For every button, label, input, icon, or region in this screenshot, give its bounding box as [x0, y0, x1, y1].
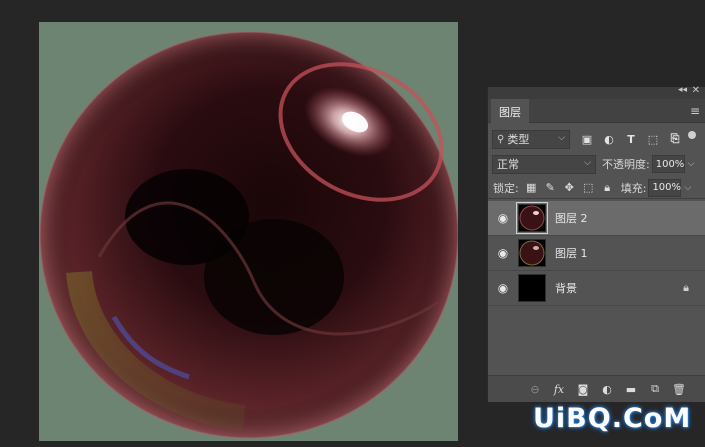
tab-layers[interactable]: 图层 — [491, 99, 529, 124]
layers-panel: ◂◂ ✕ 图层 ≡ ⚲ 类型 ⌵ ▣ ◐ T ⬚ ⎘ 正常 ⌵ 不透明度: 10… — [487, 85, 705, 402]
lock-label: 锁定: — [493, 181, 519, 195]
eye-icon[interactable]: ◉ — [488, 211, 518, 225]
delete-icon[interactable]: 🗑︎ — [667, 379, 691, 399]
eye-icon[interactable]: ◉ — [488, 246, 518, 260]
fill-label: 填充: — [620, 181, 647, 195]
smart-object-filter-icon[interactable]: ⎘ — [664, 130, 686, 148]
type-filter-icon[interactable]: T — [620, 130, 642, 148]
chevron-down-icon: ⌵ — [584, 157, 591, 168]
fill-input[interactable]: 100% — [648, 178, 682, 197]
adjustment-filter-icon[interactable]: ◐ — [598, 130, 620, 148]
layer-row[interactable]: ◉ 图层 1 — [488, 236, 705, 271]
lock-icon: 🔒︎ — [683, 281, 689, 294]
layer-thumbnail — [518, 274, 546, 302]
blend-row: 正常 ⌵ 不透明度: 100% ⌵ — [488, 153, 705, 175]
layer-row[interactable]: ◉ 图层 2 — [488, 201, 705, 236]
link-layers-icon[interactable]: ⊖ — [523, 379, 547, 399]
chevron-down-icon[interactable]: ⌵ — [688, 159, 695, 169]
layer-name: 图层 2 — [555, 212, 588, 225]
add-mask-icon[interactable]: ◙ — [571, 379, 595, 399]
opacity-label: 不透明度: — [602, 158, 650, 171]
glass-sphere-artwork — [39, 31, 458, 439]
fx-icon[interactable]: fx — [547, 379, 571, 399]
eye-icon[interactable]: ◉ — [488, 281, 518, 295]
close-panel-button[interactable]: ✕ — [692, 85, 700, 96]
filter-toggle[interactable] — [688, 131, 696, 139]
lock-row: 锁定: ▦ ✎ ✥ ⬚ 🔒︎ 填充: 100% ⌵ — [488, 177, 705, 199]
opacity-input[interactable]: 100% — [651, 155, 685, 173]
new-layer-icon[interactable]: ⧉ — [643, 379, 667, 399]
lock-all-icon[interactable]: 🔒︎ — [598, 179, 617, 197]
lock-position-icon[interactable]: ✥ — [560, 179, 579, 197]
layer-row[interactable]: ◉ 背景 🔒︎ — [488, 271, 705, 306]
shape-filter-icon[interactable]: ⬚ — [642, 130, 664, 148]
search-icon: ⚲ — [497, 133, 505, 145]
chevron-down-icon: ⌵ — [558, 132, 565, 143]
document-canvas[interactable] — [39, 22, 458, 441]
panel-bottom-bar: ⊖ fx ◙ ◐ ▬ ⧉ 🗑︎ — [488, 375, 705, 402]
layer-filter-row: ⚲ 类型 ⌵ ▣ ◐ T ⬚ ⎘ — [488, 127, 705, 151]
filter-kind-dropdown[interactable]: ⚲ 类型 ⌵ — [492, 129, 570, 149]
panel-title-bar: ◂◂ ✕ — [488, 85, 705, 99]
lock-artboard-icon[interactable]: ⬚ — [579, 179, 598, 197]
filter-kind-label: 类型 — [507, 133, 530, 146]
lock-image-icon[interactable]: ✎ — [541, 179, 560, 197]
adjustment-layer-icon[interactable]: ◐ — [595, 379, 619, 399]
chevron-down-icon[interactable]: ⌵ — [684, 183, 691, 193]
lock-transparent-icon[interactable]: ▦ — [522, 179, 541, 197]
layer-name: 背景 — [555, 282, 577, 295]
layer-thumbnail — [518, 239, 546, 267]
pixel-filter-icon[interactable]: ▣ — [576, 130, 598, 148]
panel-tab-row: 图层 ≡ — [488, 99, 705, 124]
collapse-panel-button[interactable]: ◂◂ — [678, 85, 687, 95]
blend-mode-value: 正常 — [497, 158, 519, 171]
blend-mode-dropdown[interactable]: 正常 ⌵ — [492, 154, 596, 174]
new-group-icon[interactable]: ▬ — [619, 379, 643, 399]
layer-name: 图层 1 — [555, 247, 588, 260]
panel-menu-icon[interactable]: ≡ — [690, 104, 700, 118]
layers-list: ◉ 图层 2 ◉ 图层 1 ◉ 背景 🔒︎ — [488, 201, 705, 306]
layer-thumbnail — [516, 202, 548, 234]
watermark-logo: UiBQ.CoM — [533, 403, 692, 434]
